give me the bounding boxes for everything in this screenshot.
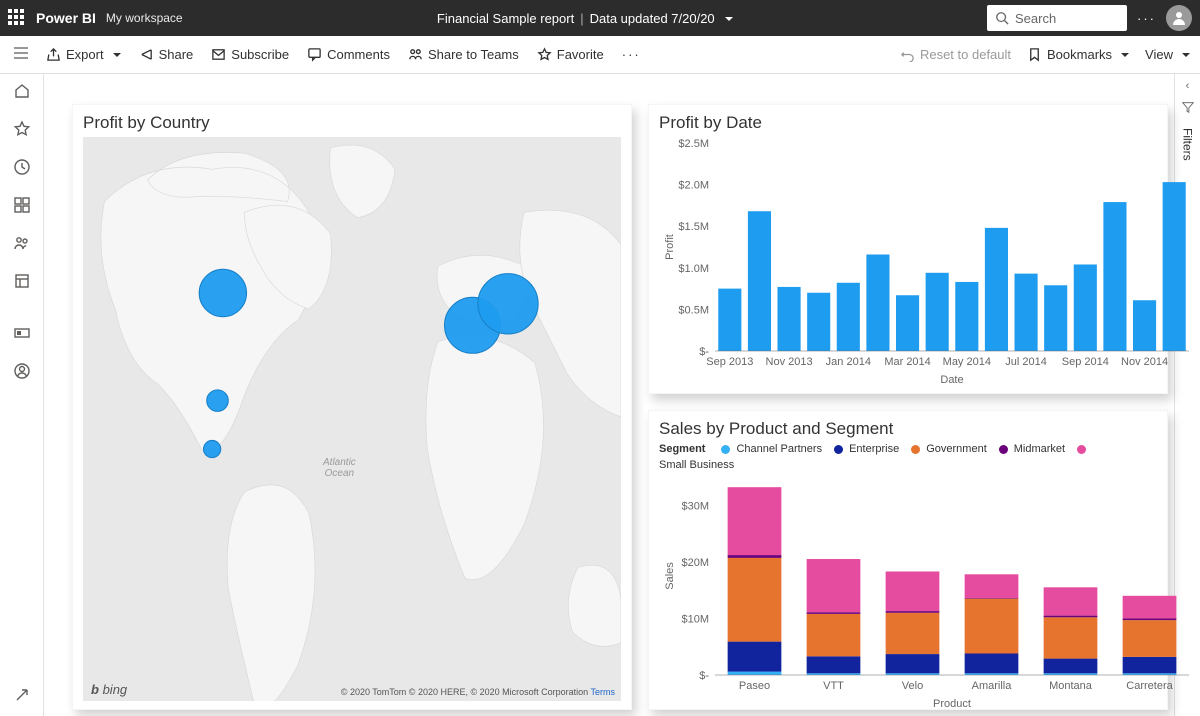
comments-button[interactable]: Comments: [307, 47, 390, 62]
svg-text:Mar 2014: Mar 2014: [884, 356, 930, 368]
chevron-down-icon: [1117, 47, 1129, 62]
comment-icon: [307, 47, 322, 62]
more-options-icon[interactable]: ···: [1137, 11, 1156, 26]
report-name: Financial Sample report: [437, 11, 574, 26]
svg-text:Sep 2014: Sep 2014: [1062, 356, 1109, 368]
svg-text:Jan 2014: Jan 2014: [826, 356, 871, 368]
svg-text:Jul 2014: Jul 2014: [1005, 356, 1047, 368]
nav-toggle-icon[interactable]: [12, 44, 30, 65]
svg-text:VTT: VTT: [823, 680, 844, 692]
chevron-down-icon: [109, 47, 121, 62]
deployment-icon[interactable]: [13, 324, 31, 342]
svg-text:Date: Date: [940, 374, 963, 386]
reset-button[interactable]: Reset to default: [900, 47, 1011, 62]
report-title-area[interactable]: Financial Sample report | Data updated 7…: [193, 11, 977, 26]
svg-text:Nov 2014: Nov 2014: [1121, 356, 1168, 368]
recent-icon[interactable]: [13, 158, 31, 176]
svg-text:Sep 2013: Sep 2013: [706, 356, 753, 368]
data-updated-label: Data updated 7/20/20: [590, 11, 715, 26]
svg-text:$20M: $20M: [681, 557, 709, 569]
bookmark-icon: [1027, 47, 1042, 62]
apps-icon[interactable]: [13, 196, 31, 214]
favorites-icon[interactable]: [13, 120, 31, 138]
visual-title: Profit by Date: [659, 113, 1157, 133]
export-button[interactable]: Export: [46, 47, 121, 62]
svg-text:Paseo: Paseo: [739, 680, 770, 692]
svg-text:Amarilla: Amarilla: [972, 680, 1013, 692]
workspaces-icon[interactable]: [13, 272, 31, 290]
mail-icon: [211, 47, 226, 62]
chevron-left-icon[interactable]: ‹: [1186, 80, 1190, 92]
app-launcher-icon[interactable]: [8, 9, 26, 27]
svg-text:$30M: $30M: [681, 500, 709, 512]
svg-text:Velo: Velo: [902, 680, 923, 692]
brand-label: Power BI: [36, 10, 96, 26]
legend: SegmentChannel PartnersEnterpriseGovernm…: [659, 443, 1157, 471]
chevron-down-icon: [721, 11, 733, 26]
svg-text:Product: Product: [933, 698, 971, 710]
top-bar: Power BI My workspace Financial Sample r…: [0, 0, 1200, 36]
terms-link[interactable]: Terms: [591, 687, 616, 697]
world-map: [83, 137, 621, 701]
svg-text:$10M: $10M: [681, 613, 709, 625]
teams-icon: [408, 47, 423, 62]
subscribe-button[interactable]: Subscribe: [211, 47, 289, 62]
svg-text:$2.5M: $2.5M: [678, 138, 709, 150]
search-icon: [995, 11, 1009, 25]
undo-icon: [900, 47, 915, 62]
bing-logo: b bing: [91, 682, 127, 697]
report-canvas: Profit by Date $- $0.5M $1.0M $1.5M $2.0M $2.…: [44, 74, 1174, 716]
visual-sales-by-product-segment[interactable]: Sales by Product and Segment SegmentChan…: [648, 410, 1168, 710]
left-nav-rail: [0, 74, 44, 716]
svg-text:$1.0M: $1.0M: [678, 263, 709, 275]
workspace-link[interactable]: My workspace: [106, 11, 183, 25]
svg-text:$2.0M: $2.0M: [678, 180, 709, 192]
svg-text:Carretera: Carretera: [1126, 680, 1173, 692]
user-avatar[interactable]: [1166, 5, 1192, 31]
bubble-usa[interactable]: [207, 390, 229, 412]
visual-profit-by-date[interactable]: Profit by Date $-$0.5M$1.0M$1.5M$2.0M$2.…: [648, 104, 1168, 394]
stacked-bar-chart: $- $10M $20M $30M Sales Paseo VTT Velo Amarilla M…: [659, 471, 1199, 711]
search-box[interactable]: Search: [987, 5, 1127, 31]
profile-icon[interactable]: [13, 362, 31, 380]
filter-icon: [1181, 100, 1195, 114]
svg-text:$0.5M: $0.5M: [678, 304, 709, 316]
bar-chart: $-$0.5M$1.0M$1.5M$2.0M$2.5MProfitSep 201…: [659, 137, 1199, 387]
export-icon: [46, 47, 61, 62]
shared-icon[interactable]: [13, 234, 31, 252]
svg-text:$1.5M: $1.5M: [678, 221, 709, 233]
view-button[interactable]: View: [1145, 47, 1190, 62]
person-icon: [1171, 10, 1187, 26]
map[interactable]: AtlanticOcean b bing © 2020 TomTom © 202…: [83, 137, 621, 701]
search-placeholder: Search: [1015, 11, 1056, 26]
bubble-germany[interactable]: [478, 274, 538, 334]
map-attribution: © 2020 TomTom © 2020 HERE, © 2020 Micros…: [341, 687, 615, 697]
home-icon[interactable]: [13, 82, 31, 100]
star-icon: [537, 47, 552, 62]
more-commands-icon[interactable]: ···: [622, 47, 641, 62]
divider: |: [580, 11, 583, 26]
svg-text:May 2014: May 2014: [943, 356, 991, 368]
svg-text:Sales: Sales: [664, 562, 676, 590]
svg-text:Profit: Profit: [664, 234, 676, 260]
share-icon: [139, 47, 154, 62]
ocean-label: AtlanticOcean: [323, 457, 356, 479]
visual-title: Sales by Product and Segment: [659, 419, 1157, 439]
visual-profit-by-country[interactable]: Profit by Country: [72, 104, 632, 710]
expand-icon[interactable]: [13, 686, 31, 704]
share-button[interactable]: Share: [139, 47, 194, 62]
svg-text:Nov 2013: Nov 2013: [766, 356, 813, 368]
svg-text:Montana: Montana: [1049, 680, 1093, 692]
bubble-mexico[interactable]: [204, 440, 221, 457]
bookmarks-button[interactable]: Bookmarks: [1027, 47, 1129, 62]
favorite-button[interactable]: Favorite: [537, 47, 604, 62]
bubble-canada[interactable]: [199, 269, 246, 316]
command-bar: Export Share Subscribe Comments Share to…: [0, 36, 1200, 74]
svg-text:$-: $-: [699, 670, 709, 682]
chevron-down-icon: [1178, 47, 1190, 62]
share-teams-button[interactable]: Share to Teams: [408, 47, 519, 62]
visual-title: Profit by Country: [83, 113, 621, 133]
